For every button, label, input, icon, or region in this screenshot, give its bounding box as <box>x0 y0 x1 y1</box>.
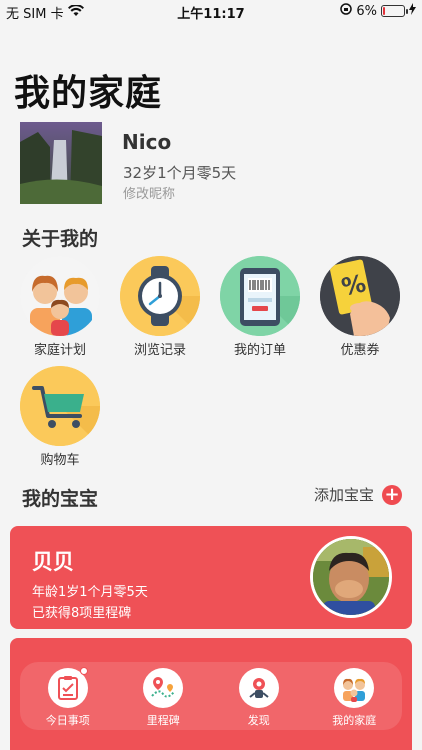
babies-section-title: 我的宝宝 <box>22 488 99 510</box>
profile-name: Nico <box>122 130 172 154</box>
page-title: 我的家庭 <box>14 73 163 114</box>
baby-name: 贝贝 <box>32 550 74 574</box>
battery-icon <box>381 5 408 17</box>
coupon-icon: % <box>320 256 400 336</box>
cart-icon <box>20 366 100 446</box>
tab-bar: 今日事项 里程碑 发现 我的家庭 <box>20 662 402 730</box>
about-item-label: 优惠券 <box>340 343 380 358</box>
family-icon <box>20 256 100 336</box>
about-section-title: 关于我的 <box>22 228 99 250</box>
baby-age: 年龄1岁1个月零5天 <box>32 585 148 600</box>
battery-percent: 6% <box>356 3 377 19</box>
about-item-label: 浏览记录 <box>133 343 186 358</box>
tab-label: 我的家庭 <box>332 714 377 727</box>
tab-today[interactable]: 今日事项 <box>28 662 108 730</box>
tab-label: 发现 <box>247 714 270 727</box>
family-icon <box>334 668 375 708</box>
about-item-family-plan[interactable]: 家庭计划 <box>15 256 105 358</box>
baby-milestones: 已获得8项里程碑 <box>32 606 132 621</box>
about-item-coupons[interactable]: % 优惠券 <box>315 256 405 358</box>
tab-discover[interactable]: 发现 <box>219 662 299 730</box>
tab-my-family[interactable]: 我的家庭 <box>314 662 394 730</box>
about-item-label: 家庭计划 <box>33 343 86 358</box>
orientation-lock-icon <box>340 3 353 19</box>
plus-icon: + <box>382 484 402 505</box>
about-item-label: 购物车 <box>40 453 80 468</box>
charging-icon <box>409 3 416 19</box>
tab-label: 里程碑 <box>146 714 180 727</box>
edit-nickname-link[interactable]: 修改昵称 <box>123 183 175 202</box>
profile-avatar[interactable] <box>20 122 102 204</box>
tab-milestones[interactable]: 里程碑 <box>123 662 203 730</box>
tab-label: 今日事项 <box>45 714 90 727</box>
about-item-history[interactable]: 浏览记录 <box>115 256 205 358</box>
about-item-orders[interactable]: 我的订单 <box>215 256 305 358</box>
map-pin-icon <box>143 668 184 708</box>
add-baby-label: 添加宝宝 <box>313 486 374 504</box>
robot-icon <box>238 668 279 708</box>
baby-avatar <box>310 536 392 618</box>
status-right: 6% <box>340 3 416 19</box>
add-baby-button[interactable]: 添加宝宝 + <box>314 484 402 505</box>
clock-icon <box>120 256 200 336</box>
notification-dot <box>79 667 88 675</box>
profile-age: 32岁1个月零5天 <box>123 164 237 182</box>
status-bar: 无 SIM 卡 上午11:17 6% <box>0 0 422 22</box>
about-item-cart[interactable]: 购物车 <box>15 366 105 468</box>
baby-card[interactable]: 贝贝 年龄1岁1个月零5天 已获得8项里程碑 <box>10 526 412 629</box>
order-icon <box>220 256 300 336</box>
about-item-label: 我的订单 <box>233 343 286 358</box>
